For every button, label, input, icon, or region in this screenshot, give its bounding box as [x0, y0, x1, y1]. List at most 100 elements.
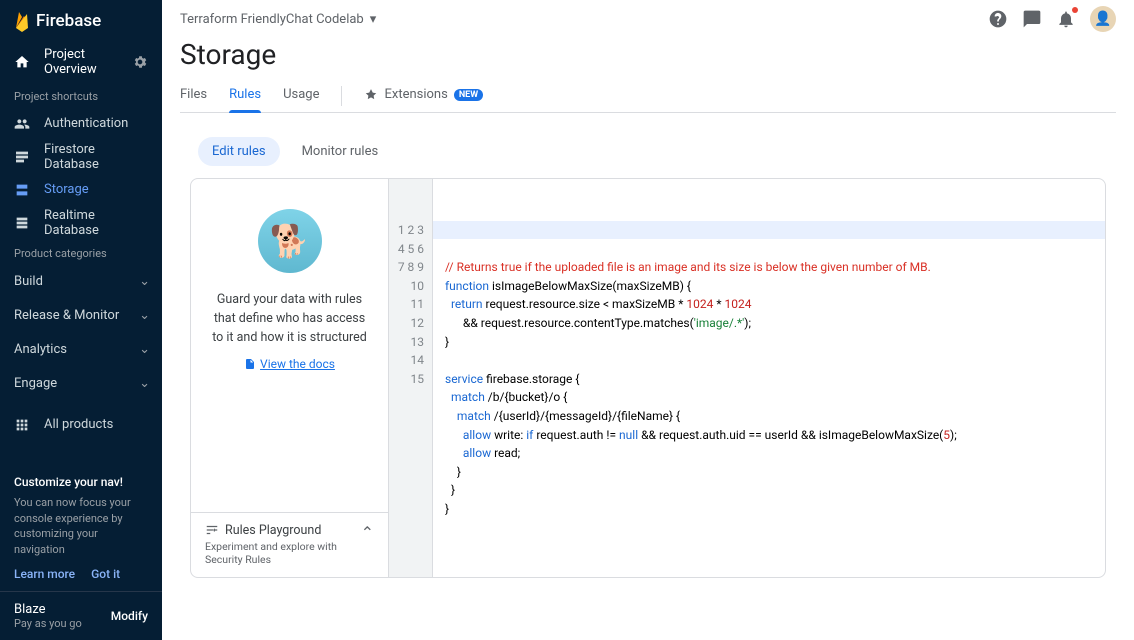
settings-button[interactable]: [129, 49, 152, 75]
code-keyword: allow: [463, 428, 491, 442]
code-keyword: allow: [463, 446, 491, 460]
sidebar-header: Firebase: [0, 0, 162, 42]
sidebar-item-storage[interactable]: Storage: [0, 173, 162, 206]
code-text: *: [713, 297, 724, 311]
subtab-edit-rules[interactable]: Edit rules: [198, 137, 280, 166]
chevron-down-icon: ⌄: [139, 274, 150, 289]
help-button[interactable]: [988, 9, 1008, 29]
chevron-up-icon: ⌃: [361, 523, 374, 542]
code-number: 1024: [686, 297, 713, 311]
editor-card: 🐕 Guard your data with rules that define…: [190, 178, 1106, 578]
category-analytics[interactable]: Analytics⌄: [0, 332, 162, 366]
category-engage[interactable]: Engage⌄: [0, 366, 162, 400]
sidebar-item-label: Firestore Database: [44, 142, 148, 172]
code-area[interactable]: // Returns true if the uploaded file is …: [433, 179, 1105, 577]
tab-divider: [341, 86, 342, 106]
sidebar-item-all-products[interactable]: All products: [0, 408, 162, 441]
tab-files[interactable]: Files: [180, 79, 207, 112]
tabs: Files Rules Usage Extensions NEW: [180, 79, 1116, 113]
database-icon: [14, 215, 30, 231]
rules-playground[interactable]: Rules Playground Experiment and explore …: [191, 512, 388, 577]
code-keyword: null: [619, 428, 638, 442]
notifications-button[interactable]: [1056, 9, 1076, 29]
topbar: Terraform FriendlyChat Codelab ▾ 👤: [162, 0, 1134, 38]
category-build[interactable]: Build ⌄: [0, 264, 162, 298]
categories-label: Product categories: [0, 239, 162, 264]
guard-illustration: 🐕: [258, 209, 322, 273]
code-text: );: [950, 428, 957, 442]
user-avatar[interactable]: 👤: [1090, 6, 1116, 32]
extensions-icon: [364, 88, 378, 102]
sidebar-item-label: Realtime Database: [44, 208, 148, 238]
category-release[interactable]: Release & Monitor⌄: [0, 298, 162, 332]
code-text: [445, 428, 463, 442]
subtab-monitor-rules[interactable]: Monitor rules: [288, 137, 393, 166]
project-overview-row: Project Overview: [0, 42, 162, 82]
feedback-button[interactable]: [1022, 9, 1042, 29]
learn-more-link[interactable]: Learn more: [14, 567, 75, 581]
customize-nav-box: Customize your nav! You can now focus yo…: [0, 465, 162, 591]
docs-link-text: View the docs: [260, 357, 335, 371]
plan-box: Blaze Pay as you go Modify: [0, 591, 162, 640]
category-label: Analytics: [14, 342, 67, 357]
sidebar-item-authentication[interactable]: Authentication: [0, 107, 162, 140]
sliders-icon: [205, 523, 219, 537]
tab-usage[interactable]: Usage: [283, 79, 319, 112]
customize-desc: You can now focus your console experienc…: [14, 495, 148, 557]
code-text: firebase.storage {: [483, 372, 579, 386]
tab-extensions[interactable]: Extensions NEW: [364, 79, 483, 112]
code-keyword: service: [445, 372, 483, 386]
guard-text: Guard your data with rules that define w…: [209, 291, 370, 347]
code-text: read;: [491, 446, 520, 460]
subtabs: Edit rules Monitor rules: [198, 137, 1106, 166]
code-comment: // Returns true if the uploaded file is …: [445, 260, 931, 274]
code-text: /{userId}/{messageId}/{fileName} {: [491, 409, 680, 423]
code-string: 'image/.*': [694, 316, 745, 330]
new-badge: NEW: [454, 89, 483, 101]
sidebar-item-label: All products: [44, 417, 113, 432]
code-editor[interactable]: 1 2 3 4 5 6 7 8 9 10 11 12 13 14 15 // R…: [389, 179, 1105, 577]
code-number: 1024: [724, 297, 751, 311]
code-keyword: match: [457, 409, 491, 423]
page-title: Storage: [180, 38, 1116, 71]
code-text: [445, 446, 463, 460]
home-icon: [14, 54, 30, 70]
project-overview-link[interactable]: Project Overview: [14, 47, 129, 77]
project-overview-label: Project Overview: [44, 47, 129, 77]
playground-title-text: Rules Playground: [225, 523, 321, 538]
code-text: }: [445, 465, 461, 479]
playground-title: Rules Playground: [205, 523, 361, 538]
project-dropdown[interactable]: Terraform FriendlyChat Codelab ▾: [180, 12, 376, 27]
modify-plan-button[interactable]: Modify: [111, 609, 148, 623]
sidebar-item-realtime-db[interactable]: Realtime Database: [0, 206, 162, 239]
firebase-logo[interactable]: Firebase: [14, 10, 101, 32]
sidebar-item-firestore[interactable]: Firestore Database: [0, 140, 162, 173]
code-text: }: [445, 483, 455, 497]
grid-icon: [14, 417, 30, 433]
code-keyword: return: [451, 297, 483, 311]
code-text: );: [744, 316, 751, 330]
code-text: /b/{bucket}/o {: [485, 390, 567, 404]
code-keyword: match: [451, 390, 485, 404]
code-text: }: [445, 335, 449, 349]
code-text: write:: [491, 428, 526, 442]
guard-box: 🐕 Guard your data with rules that define…: [191, 179, 388, 512]
brand-name: Firebase: [36, 11, 101, 31]
category-label: Release & Monitor: [14, 308, 119, 323]
code-text: && request.auth.uid == userId && isImage…: [638, 428, 943, 442]
category-label: Build: [14, 274, 43, 289]
view-docs-link[interactable]: View the docs: [244, 357, 335, 371]
firestore-icon: [14, 149, 30, 165]
code-keyword: function: [445, 279, 489, 293]
shortcuts-label: Project shortcuts: [0, 82, 162, 107]
tab-rules[interactable]: Rules: [229, 79, 261, 112]
firebase-icon: [14, 10, 30, 32]
page-header: Storage Files Rules Usage Extensions NEW: [162, 38, 1134, 113]
gear-icon: [132, 54, 148, 70]
category-label: Engage: [14, 376, 57, 391]
code-text: request.resource.size < maxSizeMB *: [483, 297, 687, 311]
help-icon: [988, 9, 1008, 29]
sidebar-item-label: Storage: [44, 182, 89, 197]
feedback-icon: [1022, 9, 1042, 29]
got-it-link[interactable]: Got it: [91, 567, 120, 581]
